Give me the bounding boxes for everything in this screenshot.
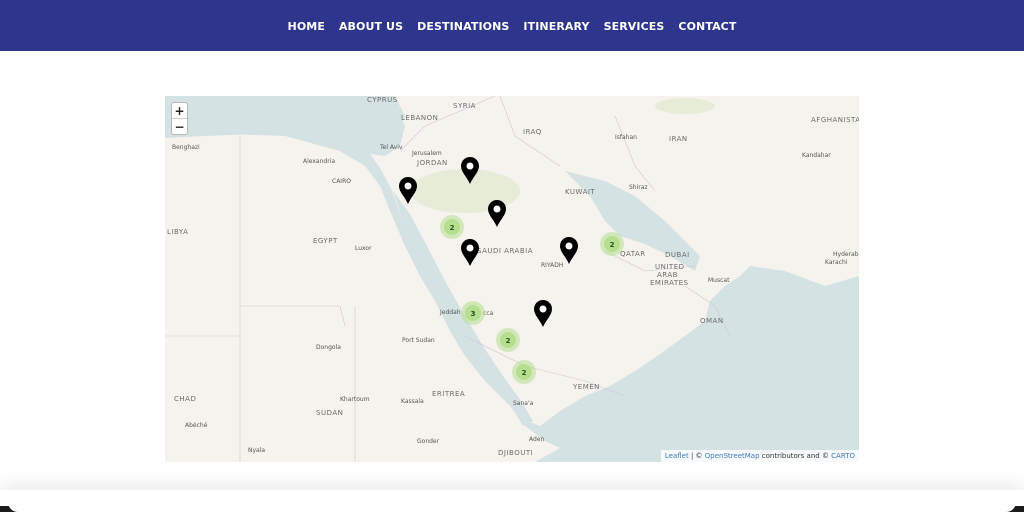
svg-text:Aden: Aden [529,436,544,443]
svg-text:KUWAIT: KUWAIT [565,188,595,196]
nav-destinations[interactable]: DESTINATIONS [417,20,509,33]
leaflet-link[interactable]: Leaflet [665,452,689,460]
svg-text:Luxor: Luxor [355,245,372,252]
page-bottom [8,500,1016,512]
svg-text:3: 3 [471,310,476,318]
svg-text:JORDAN: JORDAN [416,159,448,167]
green-area [655,98,715,114]
svg-text:EGYPT: EGYPT [313,237,338,245]
svg-text:2: 2 [506,337,511,345]
svg-text:EMIRATES: EMIRATES [650,279,689,287]
svg-text:Benghazi: Benghazi [172,144,200,151]
svg-text:QATAR: QATAR [620,250,646,258]
svg-text:Isfahan: Isfahan [615,134,637,141]
svg-text:Khartoum: Khartoum [340,396,370,403]
svg-text:CAIRO: CAIRO [332,178,351,185]
nav-menu: HOME ABOUT US DESTINATIONS ITINERARY SER… [288,17,737,35]
svg-text:Kassala: Kassala [401,398,424,405]
svg-text:SUDAN: SUDAN [316,409,343,417]
svg-text:SYRIA: SYRIA [453,102,476,110]
openstreetmap-link[interactable]: OpenStreetMap [705,452,760,460]
svg-text:Jeddah: Jeddah [439,309,461,316]
cluster-marker[interactable]: 3 [461,301,485,325]
nav-about-us[interactable]: ABOUT US [339,20,403,33]
nav-services[interactable]: SERVICES [604,20,665,33]
svg-text:Dongola: Dongola [316,344,341,351]
svg-text:Karachi: Karachi [825,259,848,266]
svg-text:OMAN: OMAN [700,317,724,325]
svg-text:DJIBOUTI: DJIBOUTI [498,449,533,457]
map-attribution: Leaflet | © OpenStreetMap contributors a… [660,450,859,462]
cluster-marker[interactable]: 2 [512,360,536,384]
svg-text:CHAD: CHAD [174,395,196,403]
attribution-separator: | © [688,452,705,460]
svg-text:IRAQ: IRAQ [523,128,542,136]
map-container[interactable]: CYPRUS SYRIA LEBANON IRAQ IRAN AFGHANIST… [165,96,859,462]
zoom-in-button[interactable]: + [172,103,187,118]
svg-text:Abéché: Abéché [185,422,208,429]
cluster-marker[interactable]: 2 [440,215,464,239]
top-navigation: HOME ABOUT US DESTINATIONS ITINERARY SER… [0,0,1024,51]
svg-text:Nyala: Nyala [248,447,265,454]
svg-text:ARAB: ARAB [657,271,678,279]
attribution-text: contributors and © [759,452,832,460]
svg-text:RIYADH: RIYADH [541,262,563,269]
nav-home[interactable]: HOME [288,20,325,33]
svg-text:Tel Aviv: Tel Aviv [379,144,403,151]
svg-text:AFGHANISTA: AFGHANISTA [811,116,859,124]
zoom-out-button[interactable]: − [172,118,187,134]
svg-text:LEBANON: LEBANON [401,114,438,122]
svg-text:2: 2 [450,224,455,232]
svg-text:DUBAI: DUBAI [665,251,690,259]
svg-text:Gonder: Gonder [417,438,440,445]
nav-itinerary[interactable]: ITINERARY [523,20,589,33]
svg-text:Muscat: Muscat [708,277,730,284]
svg-text:Sana'a: Sana'a [513,400,534,407]
svg-text:LIBYA: LIBYA [167,228,188,236]
svg-text:YEMEN: YEMEN [572,383,600,391]
svg-text:SAUDI ARABIA: SAUDI ARABIA [477,247,533,255]
svg-text:Kandahar: Kandahar [802,152,831,159]
svg-text:Shiraz: Shiraz [629,184,648,191]
svg-text:2: 2 [610,241,615,249]
map-canvas[interactable]: CYPRUS SYRIA LEBANON IRAQ IRAN AFGHANIST… [165,96,859,462]
svg-text:ERITREA: ERITREA [432,390,465,398]
nav-contact[interactable]: CONTACT [678,20,736,33]
zoom-control: + − [171,102,188,135]
svg-text:Jerusalem: Jerusalem [411,150,442,157]
svg-text:CYPRUS: CYPRUS [367,96,398,104]
svg-text:Port Sudan: Port Sudan [402,337,435,344]
carto-link[interactable]: CARTO [831,452,855,460]
svg-text:IRAN: IRAN [669,135,688,143]
svg-text:Alexandria: Alexandria [303,158,335,165]
cluster-marker[interactable]: 2 [496,328,520,352]
cluster-marker[interactable]: 2 [600,232,624,256]
svg-text:Hyderab: Hyderab [833,251,859,258]
svg-text:2: 2 [522,369,527,377]
svg-text:UNITED: UNITED [655,263,685,271]
